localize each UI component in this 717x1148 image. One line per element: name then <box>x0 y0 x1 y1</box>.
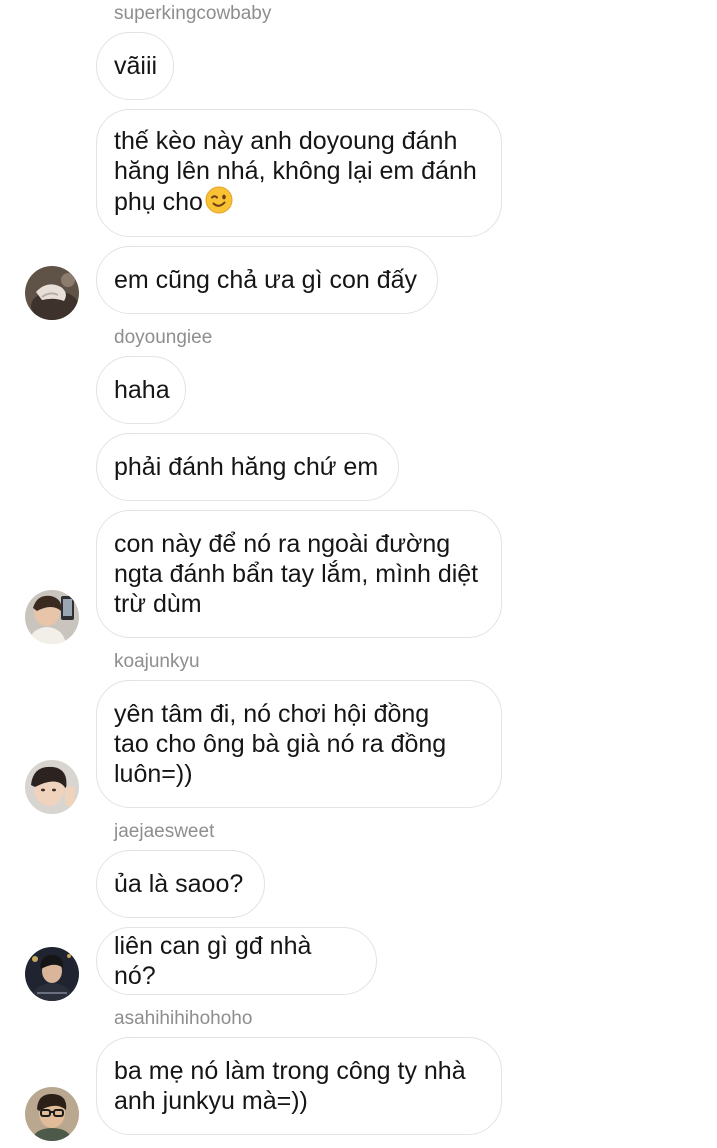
message-text: em cũng chả ưa gì con đấy <box>114 266 418 294</box>
message-bubble[interactable]: ba mẹ nó làm trong công ty nhà anh junky… <box>96 1037 502 1135</box>
avatar[interactable] <box>25 947 79 1001</box>
sender-name: superkingcowbaby <box>114 3 272 24</box>
message-bubble[interactable]: vãiii <box>96 32 174 100</box>
sender-name: asahihihihohoho <box>114 1008 253 1029</box>
message-bubble[interactable]: yên tâm đi, nó chơi hội đồng tao cho ông… <box>96 680 502 808</box>
message-text: phải đánh hăng chứ em <box>114 453 379 481</box>
wink-emoji-icon <box>205 186 233 221</box>
sender-name: doyoungiee <box>114 327 213 348</box>
message-text: yên tâm đi, nó chơi hội đồng tao cho ông… <box>114 700 447 788</box>
message-text: con này để nó ra ngoài đường ngta đánh b… <box>114 530 479 618</box>
message-text: ủa là saoo? <box>114 870 244 898</box>
message-text: haha <box>114 376 170 404</box>
message-text: thế kèo này anh doyoung đánh hăng lên nh… <box>114 126 477 221</box>
message-text: liên can gì gđ nhà nó? <box>114 932 312 990</box>
message-bubble[interactable]: phải đánh hăng chứ em <box>96 433 399 501</box>
message-bubble[interactable]: liên can gì gđ nhà nó? <box>96 927 377 995</box>
message-bubble[interactable]: ủa là saoo? <box>96 850 265 918</box>
message-text: vãiii <box>114 52 158 80</box>
message-bubble[interactable]: con này để nó ra ngoài đường ngta đánh b… <box>96 510 502 638</box>
sender-name: jaejaesweet <box>114 821 215 842</box>
message-bubble[interactable]: thế kèo này anh doyoung đánh hăng lên nh… <box>96 109 502 237</box>
message-bubble[interactable]: em cũng chả ưa gì con đấy <box>96 246 438 314</box>
avatar[interactable] <box>25 590 79 644</box>
message-text: ba mẹ nó làm trong công ty nhà anh junky… <box>114 1057 466 1115</box>
sender-name: koajunkyu <box>114 651 200 672</box>
avatar[interactable] <box>25 760 79 814</box>
message-bubble[interactable]: haha <box>96 356 186 424</box>
avatar[interactable] <box>25 266 79 320</box>
avatar[interactable] <box>25 1087 79 1141</box>
